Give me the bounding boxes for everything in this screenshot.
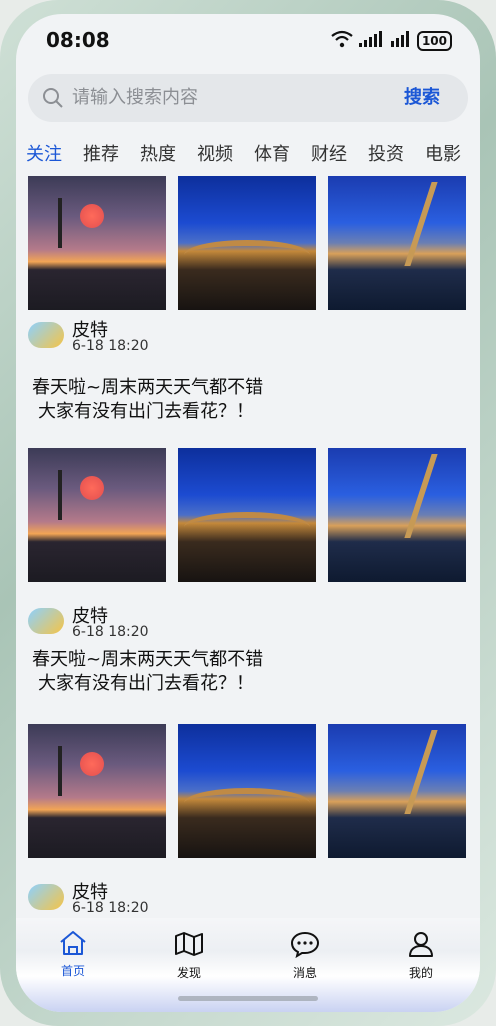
phone-frame: 08:08 100 请输入搜索内容 搜索 关注 推荐 热度 视频 体育 财经 投… <box>0 0 496 1026</box>
tab-sports[interactable]: 体育 <box>254 140 290 170</box>
nav-discover[interactable]: 发现 <box>144 930 234 990</box>
status-icons: 100 <box>331 30 452 52</box>
post-author[interactable]: 皮特 6-18 18:20 <box>28 316 468 356</box>
tab-finance[interactable]: 财经 <box>311 140 347 170</box>
post-image-sunset[interactable] <box>28 448 166 582</box>
post-text-line: 大家有没有出门去看花？！ <box>38 401 254 422</box>
category-tabs: 关注 推荐 热度 视频 体育 财经 投资 电影 <box>26 140 480 170</box>
post-datetime: 6-18 18:20 <box>72 338 149 354</box>
battery-icon: 100 <box>416 31 452 51</box>
nav-messages[interactable]: 消息 <box>260 930 350 990</box>
tab-recommend[interactable]: 推荐 <box>83 140 119 170</box>
post-author[interactable]: 皮特 6-18 18:20 <box>28 878 468 918</box>
post-image-sunset[interactable] <box>28 176 166 310</box>
post-image-bridge-night[interactable] <box>178 448 316 582</box>
status-bar: 08:08 100 <box>16 14 480 68</box>
map-icon <box>174 932 204 962</box>
tab-hot[interactable]: 热度 <box>140 140 176 170</box>
post-image-bridge-river[interactable] <box>328 448 466 582</box>
signal-icon <box>358 31 385 51</box>
post-datetime: 6-18 18:20 <box>72 900 149 916</box>
post-images <box>28 448 466 582</box>
post-images <box>28 724 466 858</box>
status-time: 08:08 <box>46 28 110 52</box>
post-text: 春天啦~周末两天天气都不错 大家有没有出门去看花？！ <box>32 648 462 696</box>
feed[interactable]: 皮特 6-18 18:20 春天啦~周末两天天气都不错 大家有没有出门去看花？！… <box>16 176 480 918</box>
nav-home[interactable]: 首页 <box>28 930 118 990</box>
profile-icon <box>406 932 436 962</box>
post-image-bridge-river[interactable] <box>328 176 466 310</box>
post-text-line: 春天啦~周末两天天气都不错 <box>32 649 264 670</box>
search-button[interactable]: 搜索 <box>404 74 440 122</box>
post-datetime: 6-18 18:20 <box>72 624 149 640</box>
post-text-line: 春天啦~周末两天天气都不错 <box>32 377 264 398</box>
nav-discover-label: 发现 <box>176 966 201 980</box>
tab-video[interactable]: 视频 <box>197 140 233 170</box>
search-input[interactable]: 请输入搜索内容 <box>72 74 198 122</box>
tab-movie[interactable]: 电影 <box>425 140 461 170</box>
signal-icon <box>390 31 411 51</box>
post-image-sunset[interactable] <box>28 724 166 858</box>
search-icon <box>42 87 64 113</box>
post-image-bridge-river[interactable] <box>328 724 466 858</box>
avatar[interactable] <box>28 608 64 634</box>
search-bar[interactable]: 请输入搜索内容 搜索 <box>28 74 468 122</box>
post-image-bridge-night[interactable] <box>178 724 316 858</box>
tab-follow[interactable]: 关注 <box>26 140 62 170</box>
nav-messages-label: 消息 <box>292 966 317 980</box>
home-icon <box>58 931 88 960</box>
tab-invest[interactable]: 投资 <box>368 140 404 170</box>
avatar[interactable] <box>28 322 64 348</box>
nav-home-label: 首页 <box>60 964 85 978</box>
home-indicator[interactable] <box>178 996 318 1001</box>
post-text: 春天啦~周末两天天气都不错 大家有没有出门去看花？！ <box>32 376 462 424</box>
nav-profile-label: 我的 <box>408 966 433 980</box>
post-author[interactable]: 皮特 6-18 18:20 <box>28 602 468 642</box>
post-text-line: 大家有没有出门去看花？！ <box>38 673 254 694</box>
message-icon <box>290 931 320 962</box>
post-image-bridge-night[interactable] <box>178 176 316 310</box>
wifi-icon <box>331 30 353 52</box>
screen: 08:08 100 请输入搜索内容 搜索 关注 推荐 热度 视频 体育 财经 投… <box>16 14 480 1012</box>
avatar[interactable] <box>28 884 64 910</box>
post-images <box>28 176 466 310</box>
nav-profile[interactable]: 我的 <box>376 930 466 990</box>
